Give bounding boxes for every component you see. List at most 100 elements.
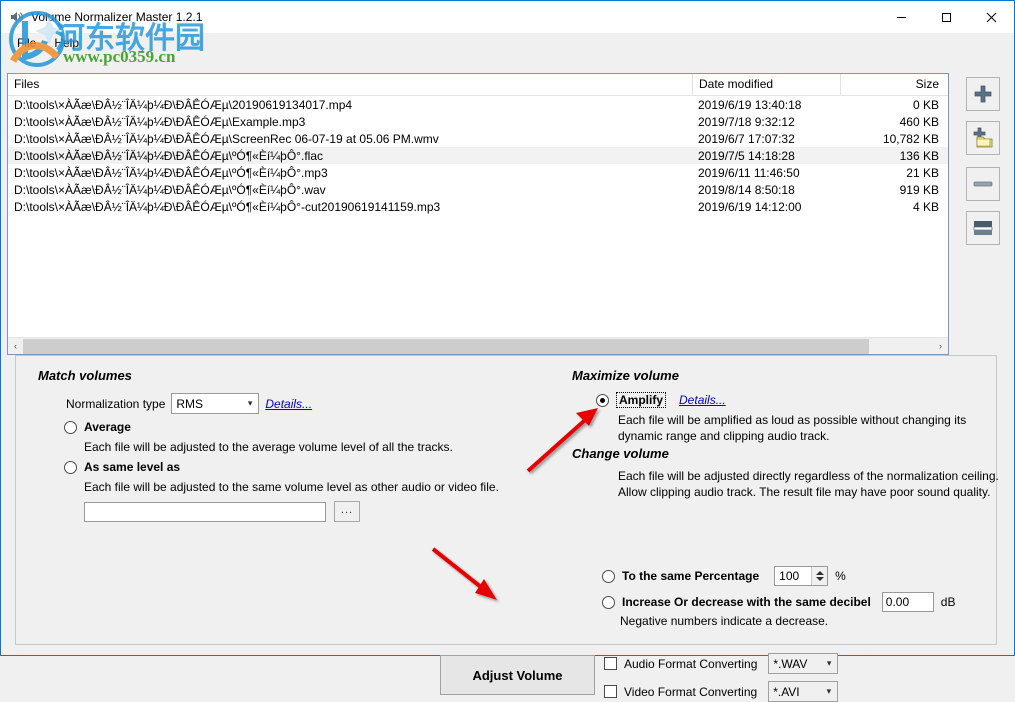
percentage-radio-row[interactable]: To the same Percentage 100 % bbox=[602, 566, 846, 586]
file-list-header: Files Date modified Size bbox=[8, 74, 948, 96]
clear-list-icon bbox=[972, 219, 994, 237]
table-row[interactable]: D:\tools\×ÀÃæ\ÐÂ½¨ÎÄ¼þ¼Ð\ÐÂÊÓÆµ\Example.… bbox=[8, 113, 948, 130]
decibel-radio-row[interactable]: Increase Or decrease with the same decib… bbox=[602, 592, 955, 612]
amplify-radio-row[interactable]: Amplify Details... bbox=[596, 392, 726, 408]
video-format-converting-label: Video Format Converting bbox=[624, 685, 757, 699]
chevron-up-icon[interactable] bbox=[816, 571, 824, 575]
cell-size: 10,782 KB bbox=[840, 132, 945, 146]
cell-files: D:\tools\×ÀÃæ\ÐÂ½¨ÎÄ¼þ¼Ð\ÐÂÊÓÆµ\ºÓ¶«Èí¼þ… bbox=[8, 200, 692, 214]
table-row[interactable]: D:\tools\×ÀÃæ\ÐÂ½¨ÎÄ¼þ¼Ð\ÐÂÊÓÆµ\ScreenRe… bbox=[8, 130, 948, 147]
cell-size: 919 KB bbox=[840, 183, 945, 197]
table-row[interactable]: D:\tools\×ÀÃæ\ÐÂ½¨ÎÄ¼þ¼Ð\ÐÂÊÓÆµ\ºÓ¶«Èí¼þ… bbox=[8, 198, 948, 215]
plus-icon bbox=[972, 83, 994, 105]
application-window: Volume Normalizer Master 1.2.1 File Help… bbox=[0, 0, 1015, 656]
cell-size: 460 KB bbox=[840, 115, 945, 129]
amplify-radio[interactable] bbox=[596, 394, 609, 407]
close-button[interactable] bbox=[969, 1, 1014, 33]
amplify-details-link[interactable]: Details... bbox=[679, 393, 726, 407]
minus-icon bbox=[972, 179, 994, 189]
percentage-unit: % bbox=[835, 569, 846, 583]
cell-size: 4 KB bbox=[840, 200, 945, 214]
table-row[interactable]: D:\tools\×ÀÃæ\ÐÂ½¨ÎÄ¼þ¼Ð\ÐÂÊÓÆµ\ºÓ¶«Èí¼þ… bbox=[8, 147, 948, 164]
normalization-type-select[interactable]: RMS ▾ bbox=[171, 393, 259, 414]
table-row[interactable]: D:\tools\×ÀÃæ\ÐÂ½¨ÎÄ¼þ¼Ð\ÐÂÊÓÆµ\ºÓ¶«Èí¼þ… bbox=[8, 181, 948, 198]
scroll-right-arrow-icon[interactable]: › bbox=[933, 341, 948, 351]
cell-size: 0 KB bbox=[840, 98, 945, 112]
maximize-volume-title: Maximize volume bbox=[572, 368, 679, 383]
reference-file-input[interactable] bbox=[84, 502, 326, 522]
percentage-radio[interactable] bbox=[602, 570, 615, 583]
match-volumes-title: Match volumes bbox=[38, 368, 132, 383]
adjust-volume-button[interactable]: Adjust Volume bbox=[440, 655, 595, 695]
video-format-converting-checkbox[interactable] bbox=[604, 685, 617, 698]
cell-date: 2019/6/7 17:07:32 bbox=[692, 132, 840, 146]
main-content: Files Date modified Size D:\tools\×ÀÃæ\Ð… bbox=[1, 55, 1014, 655]
cell-date: 2019/6/19 13:40:18 bbox=[692, 98, 840, 112]
list-toolbar bbox=[957, 77, 1009, 255]
folder-plus-icon bbox=[971, 127, 995, 149]
speaker-icon bbox=[9, 9, 25, 25]
decibel-radio[interactable] bbox=[602, 596, 615, 609]
scrollbar-track[interactable] bbox=[23, 339, 933, 354]
percentage-label: To the same Percentage bbox=[622, 569, 759, 583]
cell-date: 2019/8/14 8:50:18 bbox=[692, 183, 840, 197]
table-row[interactable]: D:\tools\×ÀÃæ\ÐÂ½¨ÎÄ¼þ¼Ð\ÐÂÊÓÆµ\20190619… bbox=[8, 96, 948, 113]
chevron-down-icon: ▾ bbox=[823, 658, 836, 669]
decibel-unit: dB bbox=[941, 595, 956, 609]
normalization-type-label: Normalization type bbox=[66, 397, 165, 411]
scrollbar-thumb[interactable] bbox=[23, 339, 869, 354]
table-row[interactable]: D:\tools\×ÀÃæ\ÐÂ½¨ÎÄ¼þ¼Ð\ÐÂÊÓÆµ\ºÓ¶«Èí¼þ… bbox=[8, 164, 948, 181]
audio-format-converting-checkbox[interactable] bbox=[604, 657, 617, 670]
normalization-details-link[interactable]: Details... bbox=[265, 397, 312, 411]
cell-date: 2019/7/18 9:32:12 bbox=[692, 115, 840, 129]
clear-list-button[interactable] bbox=[966, 211, 1000, 245]
scroll-left-arrow-icon[interactable]: ‹ bbox=[8, 341, 23, 351]
average-description: Each file will be adjusted to the averag… bbox=[84, 440, 554, 454]
video-format-converting-row[interactable]: Video Format Converting *.AVI ▾ bbox=[604, 681, 838, 702]
percentage-value[interactable]: 100 bbox=[775, 569, 811, 583]
file-list[interactable]: Files Date modified Size D:\tools\×ÀÃæ\Ð… bbox=[7, 73, 949, 355]
average-radio[interactable] bbox=[64, 421, 77, 434]
menu-help[interactable]: Help bbox=[46, 34, 89, 53]
audio-format-converting-label: Audio Format Converting bbox=[624, 657, 757, 671]
close-icon bbox=[986, 12, 997, 23]
column-header-files[interactable]: Files bbox=[8, 74, 692, 95]
as-same-level-radio-row[interactable]: As same level as bbox=[64, 460, 180, 474]
window-title: Volume Normalizer Master 1.2.1 bbox=[31, 10, 202, 24]
audio-format-converting-row[interactable]: Audio Format Converting *.WAV ▾ bbox=[604, 653, 838, 674]
decibel-note: Negative numbers indicate a decrease. bbox=[620, 614, 828, 628]
cell-files: D:\tools\×ÀÃæ\ÐÂ½¨ÎÄ¼þ¼Ð\ÐÂÊÓÆµ\ScreenRe… bbox=[8, 132, 692, 146]
chevron-down-icon[interactable] bbox=[816, 577, 824, 581]
minimize-icon bbox=[896, 12, 907, 23]
video-format-select[interactable]: *.AVI ▾ bbox=[768, 681, 838, 702]
chevron-down-icon: ▾ bbox=[244, 398, 257, 409]
cell-files: D:\tools\×ÀÃæ\ÐÂ½¨ÎÄ¼þ¼Ð\ÐÂÊÓÆµ\Example.… bbox=[8, 115, 692, 129]
menu-file[interactable]: File bbox=[9, 34, 46, 53]
as-same-level-description: Each file will be adjusted to the same v… bbox=[84, 480, 584, 494]
percentage-stepper-arrows[interactable] bbox=[811, 567, 827, 585]
horizontal-scrollbar[interactable]: ‹ › bbox=[8, 337, 948, 354]
options-panel: Match volumes Normalization type RMS ▾ D… bbox=[15, 355, 997, 645]
add-file-button[interactable] bbox=[966, 77, 1000, 111]
audio-format-value: *.WAV bbox=[773, 657, 807, 671]
as-same-level-label: As same level as bbox=[84, 460, 180, 474]
cell-size: 21 KB bbox=[840, 166, 945, 180]
decibel-input[interactable] bbox=[882, 592, 934, 612]
audio-format-select[interactable]: *.WAV ▾ bbox=[768, 653, 838, 674]
average-radio-row[interactable]: Average bbox=[64, 420, 131, 434]
file-list-body[interactable]: D:\tools\×ÀÃæ\ÐÂ½¨ÎÄ¼þ¼Ð\ÐÂÊÓÆµ\20190619… bbox=[8, 96, 948, 337]
column-header-date[interactable]: Date modified bbox=[692, 74, 840, 95]
maximize-button[interactable] bbox=[924, 1, 969, 33]
add-folder-button[interactable] bbox=[966, 121, 1000, 155]
percentage-stepper[interactable]: 100 bbox=[774, 566, 828, 586]
video-format-value: *.AVI bbox=[773, 685, 799, 699]
column-header-size[interactable]: Size bbox=[840, 74, 945, 95]
cell-files: D:\tools\×ÀÃæ\ÐÂ½¨ÎÄ¼þ¼Ð\ÐÂÊÓÆµ\ºÓ¶«Èí¼þ… bbox=[8, 183, 692, 197]
remove-file-button[interactable] bbox=[966, 167, 1000, 201]
normalization-type-value: RMS bbox=[176, 397, 203, 411]
decibel-label: Increase Or decrease with the same decib… bbox=[622, 595, 871, 609]
browse-reference-file-button[interactable]: ... bbox=[334, 501, 360, 522]
minimize-button[interactable] bbox=[879, 1, 924, 33]
cell-date: 2019/7/5 14:18:28 bbox=[692, 149, 840, 163]
as-same-level-radio[interactable] bbox=[64, 461, 77, 474]
